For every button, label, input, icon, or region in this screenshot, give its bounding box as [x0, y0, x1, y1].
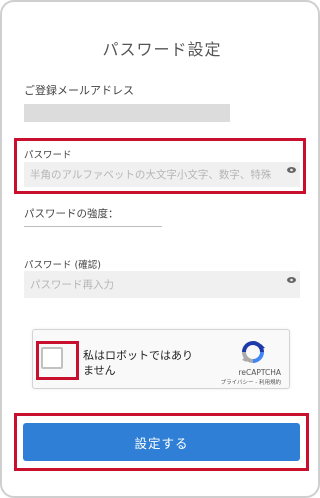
email-value-redacted	[24, 104, 230, 122]
recaptcha-logo-icon	[239, 338, 267, 366]
eye-icon[interactable]	[286, 165, 296, 175]
confirm-label: パスワード (確認)	[24, 260, 101, 271]
eye-icon[interactable]	[286, 275, 296, 285]
phone-frame: パスワード設定 ご登録メールアドレス パスワード 半角のアルファベットの大文字小…	[0, 0, 320, 498]
submit-button[interactable]: 設定する	[23, 423, 300, 461]
email-label: ご登録メールアドレス	[24, 84, 134, 97]
confirm-placeholder: パスワード再入力	[30, 279, 114, 291]
password-input[interactable]: 半角のアルファベットの大文字小文字、数字、特殊	[24, 162, 300, 187]
password-label: パスワード	[24, 150, 72, 161]
checkbox-highlight-box	[36, 341, 79, 380]
password-placeholder: 半角のアルファベットの大文字小文字、数字、特殊	[30, 169, 272, 181]
page-title: パスワード設定	[102, 40, 222, 59]
strength-meter	[24, 226, 162, 227]
confirm-input[interactable]: パスワード再入力	[24, 271, 300, 298]
strength-label: パスワードの強度：	[24, 208, 119, 220]
